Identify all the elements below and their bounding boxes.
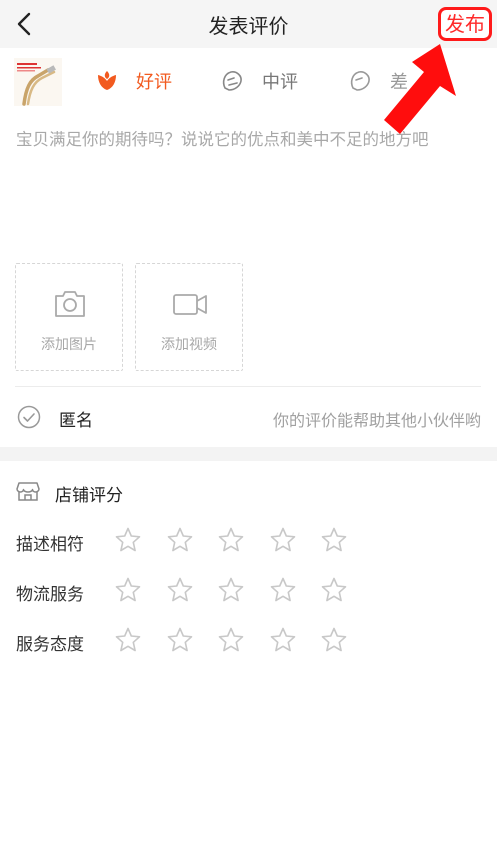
red-arrow-annotation	[384, 44, 456, 134]
score-label: 物流服务	[16, 585, 84, 605]
divider	[15, 386, 481, 387]
anonymous-label: 匿名	[59, 411, 93, 431]
score-row-service: 服务态度	[0, 622, 497, 662]
star-icon[interactable]	[320, 526, 348, 554]
video-camera-icon	[173, 294, 207, 315]
score-row-description: 描述相符	[0, 522, 497, 562]
star-icon[interactable]	[217, 576, 245, 604]
star-icon[interactable]	[320, 626, 348, 654]
rating-option-neutral[interactable]: 中评	[220, 64, 298, 98]
camera-icon	[55, 291, 85, 317]
add-video-label: 添加视频	[161, 337, 217, 353]
rating-option-label: 中评	[262, 72, 298, 93]
star-icon[interactable]	[114, 526, 142, 554]
rating-option-good[interactable]: 好评	[94, 64, 172, 98]
star-icon[interactable]	[269, 626, 297, 654]
face-bad-icon	[350, 71, 370, 91]
check-circle-icon[interactable]	[17, 405, 41, 429]
cable-product-image	[14, 58, 62, 106]
star-icon[interactable]	[166, 526, 194, 554]
star-icon[interactable]	[269, 576, 297, 604]
publish-button[interactable]: 发布	[438, 7, 492, 41]
flower-icon	[98, 71, 116, 90]
star-icon[interactable]	[166, 626, 194, 654]
section-separator	[0, 447, 497, 461]
anonymous-hint: 你的评价能帮助其他小伙伴哟	[272, 411, 481, 430]
star-icon[interactable]	[320, 576, 348, 604]
face-neutral-icon	[222, 71, 242, 91]
star-icon[interactable]	[217, 526, 245, 554]
rating-option-label: 好评	[136, 72, 172, 93]
anonymous-row[interactable]: 匿名 你的评价能帮助其他小伙伴哟	[0, 388, 497, 448]
star-icon[interactable]	[114, 626, 142, 654]
review-textarea[interactable]	[16, 126, 484, 246]
product-thumbnail	[14, 58, 62, 106]
star-icon[interactable]	[217, 626, 245, 654]
shop-rating-header: 店铺评分	[0, 461, 497, 521]
shop-rating-title: 店铺评分	[55, 486, 123, 506]
shop-icon	[16, 482, 40, 501]
add-video-button[interactable]: 添加视频	[135, 263, 243, 371]
page-title: 发表评价	[208, 14, 289, 38]
star-icon[interactable]	[114, 576, 142, 604]
score-row-logistics: 物流服务	[0, 572, 497, 612]
star-icon[interactable]	[269, 526, 297, 554]
add-photo-label: 添加图片	[41, 337, 97, 353]
score-label: 服务态度	[16, 635, 84, 655]
star-icon[interactable]	[166, 576, 194, 604]
score-label: 描述相符	[16, 535, 84, 555]
add-photo-button[interactable]: 添加图片	[15, 263, 123, 371]
